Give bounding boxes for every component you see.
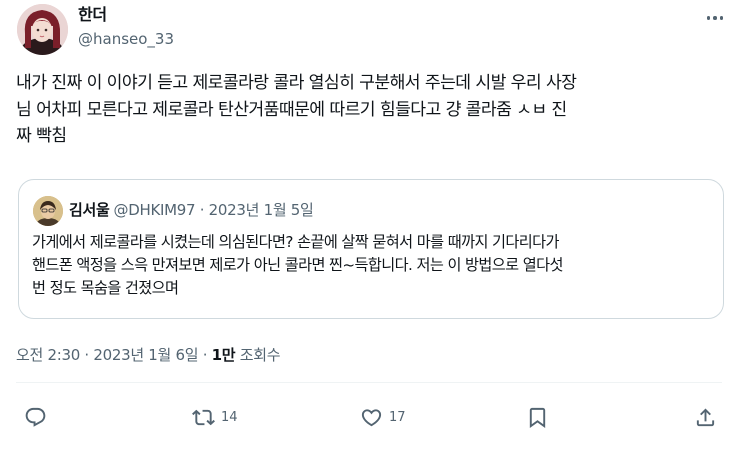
- heart-icon: [361, 408, 382, 426]
- tweet-card: 한더 @hanseo_33 내가 진짜 이 이야기 듣고 제로콜라랑 콜라 열심…: [0, 0, 738, 466]
- quoted-display-name: 김서울: [69, 201, 110, 219]
- retweet-icon: [192, 409, 215, 425]
- more-dot-icon: [706, 16, 711, 20]
- like-count: 17: [389, 409, 406, 425]
- more-dot-icon: [713, 16, 717, 20]
- author-info: 한더 @hanseo_33: [78, 4, 174, 50]
- retweet-count: 14: [221, 409, 238, 425]
- tweet-meta: 오전 2:30 · 2023년 1월 6일 · 1만 조회수: [16, 344, 281, 365]
- reply-icon: [25, 407, 46, 427]
- action-bar: 14 17: [0, 400, 738, 434]
- quoted-tweet[interactable]: 김서울 @DHKIM97 · 2023년 1월 5일 가게에서 제로콜라를 시켰는…: [18, 179, 724, 319]
- author-avatar[interactable]: [17, 4, 68, 55]
- timestamp[interactable]: 오전 2:30 · 2023년 1월 6일 ·: [16, 346, 212, 364]
- quoted-header: 김서울 @DHKIM97 · 2023년 1월 5일: [69, 199, 314, 221]
- author-handle[interactable]: @hanseo_33: [78, 28, 174, 50]
- share-button[interactable]: [694, 400, 717, 434]
- bookmark-icon: [529, 407, 546, 428]
- quoted-author-avatar: [33, 196, 63, 226]
- tweet-text: 내가 진짜 이 이야기 듣고 제로콜라랑 콜라 열심히 구분해서 주는데 시발 …: [16, 73, 577, 146]
- views-label: 조회수: [235, 346, 281, 364]
- reply-button[interactable]: [24, 400, 47, 434]
- divider: [16, 382, 722, 383]
- quoted-meta: @DHKIM97 · 2023년 1월 5일: [113, 201, 314, 219]
- quoted-text: 가게에서 제로콜라를 시켰는데 의심된다면? 손끝에 살짝 묻혀서 마를 때까지…: [32, 233, 564, 297]
- more-options-button[interactable]: [702, 8, 728, 28]
- more-dot-icon: [719, 16, 724, 20]
- like-button[interactable]: 17: [360, 400, 406, 434]
- views-count: 1만: [211, 346, 236, 364]
- bookmark-button[interactable]: [526, 400, 549, 434]
- retweet-button[interactable]: 14: [192, 400, 238, 434]
- author-display-name[interactable]: 한더: [78, 4, 174, 26]
- share-icon: [696, 407, 715, 426]
